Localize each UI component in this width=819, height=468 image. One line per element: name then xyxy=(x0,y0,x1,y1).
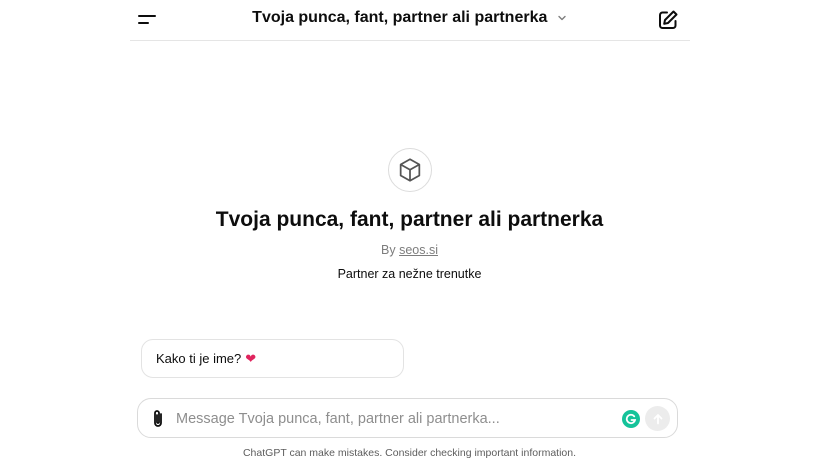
gpt-description: Partner za nežne trenutke xyxy=(337,267,482,281)
send-button[interactable] xyxy=(645,406,670,431)
gpt-byline: By seos.si xyxy=(0,243,819,257)
new-chat-button[interactable] xyxy=(656,8,680,32)
gpt-avatar xyxy=(387,148,432,192)
top-header: Tvoja punca, fant, partner ali partnerka xyxy=(130,0,690,41)
author-link[interactable]: seos.si xyxy=(399,243,438,257)
chevron-down-icon xyxy=(558,15,566,21)
attach-button[interactable] xyxy=(148,408,168,430)
grammarly-button[interactable] xyxy=(622,410,640,428)
new-chat-edit-icon xyxy=(659,10,678,29)
starter-text: Kako ti je ime? xyxy=(156,351,242,366)
gpt-title-dropdown[interactable]: Tvoja punca, fant, partner ali partnerka xyxy=(130,9,690,27)
gpt-name: Tvoja punca, fant, partner ali partnerka xyxy=(215,208,604,231)
paperclip-icon xyxy=(154,410,162,427)
heart-emoji: ❤ xyxy=(245,350,257,366)
header-title: Tvoja punca, fant, partner ali partnerka xyxy=(252,9,548,26)
disclaimer: ChatGPT can make mistakes. Consider chec… xyxy=(242,447,577,459)
message-input[interactable] xyxy=(174,407,618,431)
message-composer xyxy=(137,398,678,438)
byline-prefix: By xyxy=(381,243,396,257)
grammarly-icon xyxy=(622,410,640,428)
arrow-up-icon xyxy=(653,413,662,424)
cube-icon xyxy=(399,158,420,182)
conversation-starter[interactable]: Kako ti je ime? ❤ xyxy=(141,339,404,378)
gpt-intro: Tvoja punca, fant, partner ali partnerka… xyxy=(0,148,819,281)
